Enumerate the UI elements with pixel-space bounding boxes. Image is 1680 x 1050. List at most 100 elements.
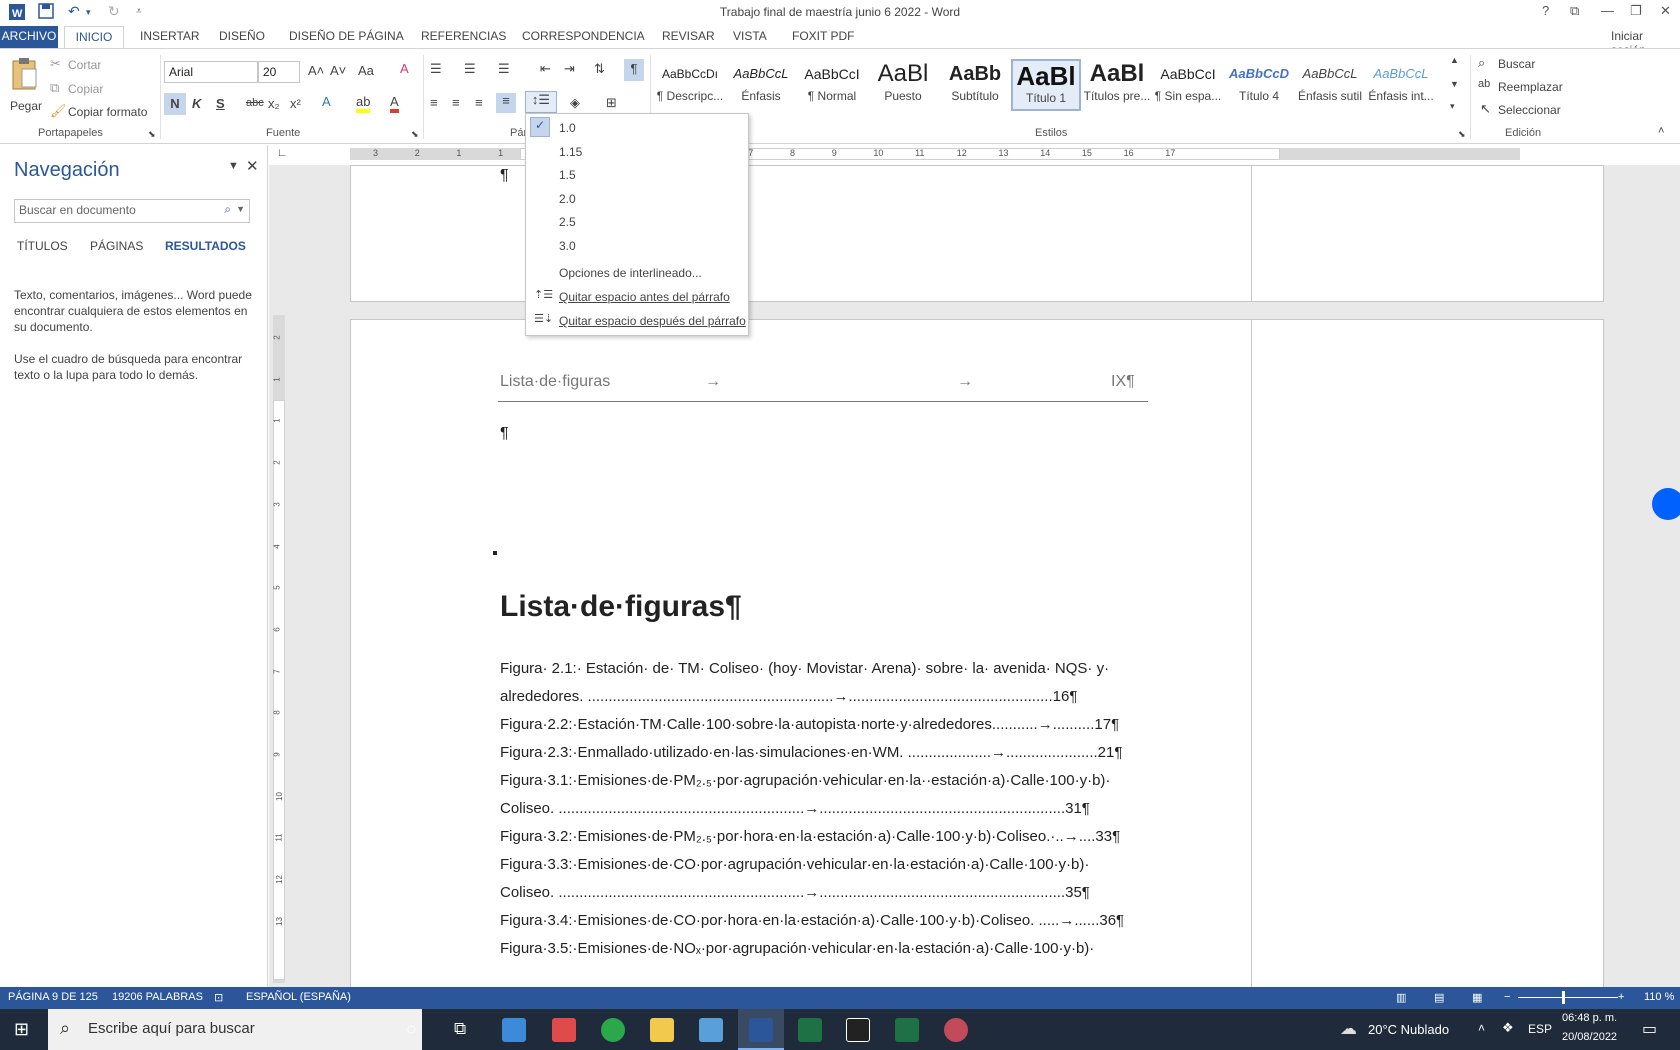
restore-icon[interactable]: ❐ [1630,3,1642,19]
find-button[interactable]: Buscar [1498,57,1535,71]
gallery-up-icon[interactable]: ▲ [1450,55,1459,65]
page-heading[interactable]: Lista·de·figuras¶ [500,590,742,624]
weather-text[interactable]: 20°C Nublado [1368,1022,1449,1037]
language[interactable]: ESPAÑOL (ESPAÑA) [246,991,351,1003]
style-item[interactable]: AaBbCcL Énfasis int... [1366,59,1436,111]
numbering-icon[interactable]: ☰ [464,61,476,77]
tab-insertar[interactable]: INSERTAR [140,29,200,43]
zoom-out-icon[interactable]: − [1504,991,1510,1003]
notifications-icon[interactable]: ▭ [1642,1019,1657,1039]
task-view-icon[interactable]: ⧉ [454,1019,466,1039]
remove-space-before-item[interactable]: Quitar espacio antes del párrafo [559,290,730,304]
dropbox-icon[interactable] [1652,488,1680,520]
bold-button[interactable]: N [164,93,186,115]
cortana-icon[interactable]: ○ [406,1019,417,1040]
decrease-indent-icon[interactable]: ⇤ [540,61,551,77]
excel-icon-2[interactable] [895,1018,919,1042]
close-icon[interactable]: ✕ [1660,3,1671,19]
remove-space-after-item[interactable]: Quitar espacio después del párrafo [559,314,746,328]
line-spacing-option[interactable]: 3.0 [559,239,576,253]
style-item[interactable]: AaBbCcL Énfasis [726,59,796,111]
superscript-button[interactable]: x² [290,96,301,111]
tab-archivo[interactable]: ARCHIVO [0,26,58,48]
style-item[interactable]: AaBl Títulos pre... [1082,59,1152,111]
cut-button[interactable]: Cortar [68,58,101,72]
excel-icon[interactable] [798,1018,822,1042]
file-explorer-icon[interactable] [650,1018,674,1042]
figure-list-line[interactable]: Coliseo. ...............................… [500,800,1148,817]
chrome-icon[interactable] [601,1018,625,1042]
style-item[interactable]: AaBbCcDı ¶ Descripc... [655,59,725,111]
dropbox-tray-icon[interactable]: ❖ [1502,1020,1514,1036]
grow-font-icon[interactable]: A˄ [308,63,324,78]
font-size-select[interactable]: 20 [258,61,300,83]
borders-icon[interactable]: ⊞ [606,95,617,111]
nav-options-icon[interactable]: ▼ [228,160,239,172]
search-icon[interactable]: ⌕ [224,202,231,217]
align-left-icon[interactable]: ≡ [430,95,438,110]
style-item[interactable]: AaBl Puesto [868,59,938,111]
nav-close-icon[interactable]: ✕ [246,157,259,175]
word-count[interactable]: 19206 PALABRAS [112,991,203,1003]
underline-button[interactable]: S [216,96,225,111]
paste-button[interactable]: Pegar [10,57,42,113]
help-button[interactable]: ? [1542,3,1549,18]
tab-titulos[interactable]: TÍTULOS [17,239,68,253]
text-effects-icon[interactable]: A [322,94,331,109]
windows-start-icon[interactable]: ⊞ [14,1019,29,1040]
paint-icon[interactable] [944,1018,968,1042]
tab-inicio[interactable]: INICIO [64,26,124,49]
show-marks-icon[interactable]: ¶ [624,59,644,81]
figure-list-line[interactable]: Figura·3.1:·Emisiones·de·PM₂.₅·por·agrup… [500,772,1148,789]
app-icon[interactable] [846,1018,870,1042]
proofing-icon[interactable]: ⊡ [214,991,223,1004]
zoom-slider[interactable] [1518,997,1618,998]
style-item[interactable]: AaBb Subtítulo [940,59,1010,111]
subscript-button[interactable]: x₂ [268,96,280,111]
photos-icon[interactable] [502,1018,526,1042]
gallery-down-icon[interactable]: ▼ [1450,79,1459,89]
tab-selector-icon[interactable]: ∟ [277,147,288,159]
line-spacing-option[interactable]: 2.5 [559,215,576,229]
tab-diseno[interactable]: DISEÑO [219,29,265,43]
figure-list-line[interactable]: alrededores. ...........................… [500,688,1148,705]
style-item[interactable]: AaBl Título 1 [1011,59,1081,111]
collapse-ribbon-icon[interactable]: ˄ [1658,125,1664,137]
tab-paginas[interactable]: PÁGINAS [90,239,143,253]
align-right-icon[interactable]: ≡ [475,95,483,110]
document-area[interactable]: ∟ ¶ Lista·de·figuras → → IX¶ ¶ Lista·de·… [269,145,1680,987]
anydesk-icon[interactable] [552,1018,576,1042]
replace-button[interactable]: Reemplazar [1498,80,1563,94]
zoom-in-icon[interactable]: + [1618,991,1624,1003]
font-dialog-launcher-icon[interactable]: ⬊ [411,129,419,140]
line-spacing-option[interactable]: 1.0 [559,121,576,135]
dialog-launcher-icon[interactable]: ⬊ [148,129,156,140]
multilevel-list-icon[interactable]: ☰ [498,61,510,77]
zoom-slider-thumb[interactable] [1562,991,1565,1004]
copy-button[interactable]: Copiar [68,82,103,96]
sort-icon[interactable]: ⇅ [594,61,605,77]
chevron-down-icon[interactable]: ▼ [236,204,245,214]
zoom-level[interactable]: 110 % [1644,991,1674,1003]
nav-search-input[interactable]: Buscar en documento ⌕ ▼ [14,199,250,223]
highlight-icon[interactable]: ab [356,94,371,113]
font-color-icon[interactable]: A [390,94,399,113]
figure-list-line[interactable]: Figura· 2.1:· Estación· de· TM· Coliseo·… [500,660,1148,677]
figure-list-line[interactable]: Figura·3.4:·Emisiones·de·CO·por·hora·en·… [500,912,1148,929]
page-count[interactable]: PÁGINA 9 DE 125 [8,991,98,1003]
ribbon-display-icon[interactable]: ⧉ [1570,3,1579,19]
increase-indent-icon[interactable]: ⇥ [564,61,575,77]
input-language[interactable]: ESP [1528,1022,1552,1036]
tab-referencias[interactable]: REFERENCIAS [421,29,506,43]
line-spacing-icon[interactable]: ↕☰ [525,91,557,113]
styles-dialog-launcher-icon[interactable]: ⬊ [1458,129,1466,140]
style-item[interactable]: AaBbCcI ¶ Sin espa... [1153,59,1223,111]
tab-correspondencia[interactable]: CORRESPONDENCIA [522,29,645,43]
line-spacing-option[interactable]: 2.0 [559,192,576,206]
clear-format-icon[interactable]: A [400,61,409,76]
tab-vista[interactable]: VISTA [733,29,767,43]
tab-resultados[interactable]: RESULTADOS [165,239,246,253]
print-layout-icon[interactable]: ▤ [1434,991,1444,1004]
select-button[interactable]: Seleccionar [1498,103,1561,117]
bullets-icon[interactable]: ☰ [430,61,442,77]
